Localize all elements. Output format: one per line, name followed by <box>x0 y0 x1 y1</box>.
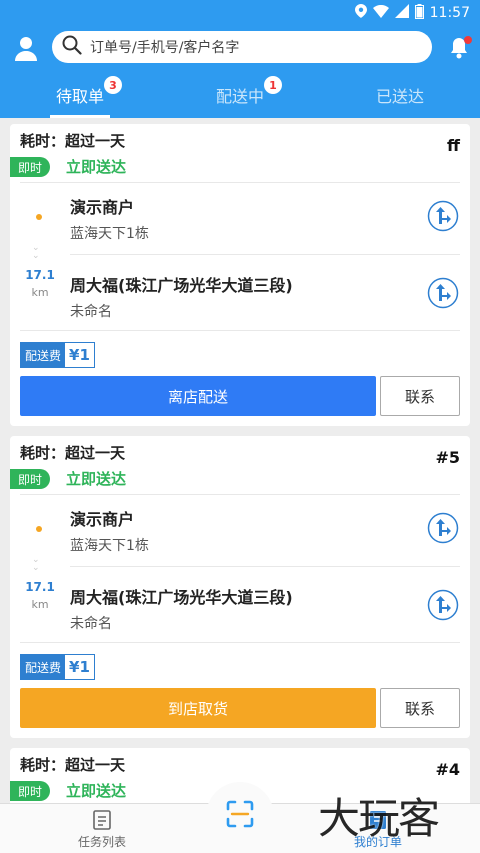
instant-tag: 即时 <box>10 157 50 177</box>
scan-icon <box>225 799 255 833</box>
order-duration: 耗时：超过一天 <box>20 756 126 774</box>
header: 11:57 订单号/手机号/客户名字 待取单 3 配送中 1 已送达 <box>0 0 480 118</box>
route-chevron-icon: ⌄ ⌄ <box>32 555 40 573</box>
pickup-name: 演示商户 <box>70 198 135 217</box>
tab-label: 配送中 <box>215 87 264 106</box>
signal-icon <box>394 4 409 22</box>
divider <box>20 182 460 183</box>
divider <box>20 494 460 495</box>
delivery-fee: 配送费 ¥1 <box>20 654 95 680</box>
leave-store-deliver-button[interactable]: 离店配送 <box>20 376 376 416</box>
pickup-at-store-button[interactable]: 到店取货 <box>20 688 376 728</box>
tab-active-indicator <box>50 115 110 118</box>
tab-delivered[interactable]: 已送达 <box>320 72 480 118</box>
battery-icon <box>414 3 424 23</box>
order-duration: 耗时：超过一天 <box>20 132 126 150</box>
order-card: 耗时：超过一天 #5 即时 立即送达 ⌄ ⌄ 17.1 km 演示商户 蓝海天下1… <box>10 436 470 738</box>
pickup-name: 演示商户 <box>70 510 135 529</box>
divider <box>20 642 460 643</box>
divider <box>70 254 460 255</box>
user-avatar-icon[interactable] <box>12 34 40 62</box>
pickup-dot <box>36 214 42 220</box>
contact-button[interactable]: 联系 <box>380 688 460 728</box>
nav-task-list[interactable]: 任务列表 <box>42 804 162 853</box>
fee-label: 配送费 <box>21 655 66 679</box>
navigate-dropoff-icon[interactable] <box>427 589 459 621</box>
search-input[interactable]: 订单号/手机号/客户名字 <box>90 37 239 57</box>
tab-pending-pickup[interactable]: 待取单 3 <box>0 72 160 118</box>
dropoff-address: 未命名 <box>70 616 112 632</box>
navigate-dropoff-icon[interactable] <box>427 277 459 309</box>
pickup-dot <box>36 526 42 532</box>
dropoff-address: 未命名 <box>70 304 112 320</box>
instant-tag: 即时 <box>10 781 50 801</box>
divider <box>20 330 460 331</box>
navigate-pickup-icon[interactable] <box>427 200 459 232</box>
fee-label: 配送费 <box>21 343 66 367</box>
distance-value: 17.1 <box>25 268 55 282</box>
fee-value: ¥1 <box>69 346 90 364</box>
location-icon <box>354 4 367 22</box>
delivery-type: 立即送达 <box>66 158 127 176</box>
order-number: ff <box>447 136 460 155</box>
wifi-icon <box>372 4 389 22</box>
contact-button[interactable]: 联系 <box>380 376 460 416</box>
order-number: #5 <box>435 448 460 467</box>
notification-dot <box>464 36 472 44</box>
tab-badge: 3 <box>104 76 122 94</box>
pickup-address: 蓝海天下1栋 <box>70 226 149 242</box>
scan-button[interactable] <box>206 782 274 850</box>
dropoff-name: 周大福(珠江广场光华大道三段) <box>70 276 293 295</box>
search-icon <box>62 35 82 59</box>
task-list-icon <box>91 809 113 831</box>
navigate-pickup-icon[interactable] <box>427 512 459 544</box>
tab-delivering[interactable]: 配送中 1 <box>160 72 320 118</box>
divider <box>70 566 460 567</box>
order-duration: 耗时：超过一天 <box>20 444 126 462</box>
tab-badge: 1 <box>264 76 282 94</box>
search-bar[interactable]: 订单号/手机号/客户名字 <box>52 31 432 63</box>
distance-unit: km <box>31 286 49 299</box>
delivery-fee: 配送费 ¥1 <box>20 342 95 368</box>
delivery-type: 立即送达 <box>66 470 127 488</box>
order-card: 耗时：超过一天 ff 即时 立即送达 ⌄ ⌄ 17.1 km 演示商户 蓝海天下1… <box>10 124 470 426</box>
tab-label: 已送达 <box>375 87 424 106</box>
pickup-address: 蓝海天下1栋 <box>70 538 149 554</box>
order-number: #4 <box>435 760 460 779</box>
status-bar: 11:57 <box>0 0 480 26</box>
delivery-type: 立即送达 <box>66 782 127 800</box>
distance-unit: km <box>31 598 49 611</box>
route-chevron-icon: ⌄ ⌄ <box>32 243 40 261</box>
order-tabs: 待取单 3 配送中 1 已送达 <box>0 72 480 118</box>
dropoff-name: 周大福(珠江广场光华大道三段) <box>70 588 293 607</box>
distance-value: 17.1 <box>25 580 55 594</box>
tab-label: 待取单 <box>55 87 104 106</box>
watermark-logo: 大玩客 <box>318 794 440 843</box>
nav-label: 任务列表 <box>77 834 126 849</box>
status-time: 11:57 <box>429 5 470 21</box>
instant-tag: 即时 <box>10 469 50 489</box>
fee-value: ¥1 <box>69 658 90 676</box>
